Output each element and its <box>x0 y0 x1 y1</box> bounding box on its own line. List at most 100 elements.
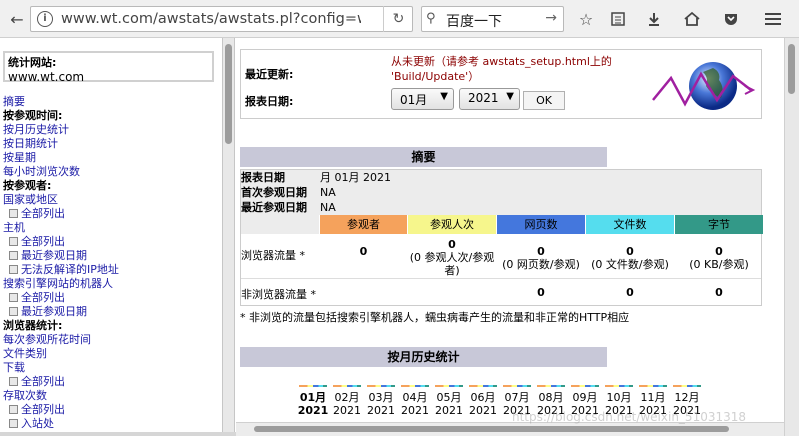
menu-item[interactable]: 每次参观所花时间 <box>3 333 218 347</box>
menu-item-label: 入站处 <box>21 417 54 430</box>
ok-button[interactable]: OK <box>523 91 565 110</box>
submenu-icon <box>9 237 18 246</box>
submenu-icon <box>9 307 18 316</box>
right-scrollbar[interactable] <box>784 38 799 436</box>
month-bar <box>469 385 497 387</box>
month-label: 07月 <box>504 391 530 404</box>
menu-heading: 按参观时间: <box>3 109 218 123</box>
last-update-label: 最近更新: <box>245 68 294 81</box>
menu-item-label: 最近参观日期 <box>21 249 87 262</box>
menu-item[interactable]: 无法反解译的IP地址 <box>3 263 218 277</box>
submenu-icon <box>9 251 18 260</box>
left-bottom-bar <box>0 432 236 436</box>
menu-item[interactable]: 全部列出 <box>3 291 218 305</box>
browser-traffic-cell: 0 (0 KB/参观) <box>675 245 763 271</box>
menu-item[interactable]: 全部列出 <box>3 375 218 389</box>
browser-traffic-cell: 0 (0 网页数/参观) <box>497 245 585 271</box>
cell-value: 0 <box>715 245 723 258</box>
menu-item[interactable]: 下载 <box>3 361 218 375</box>
home-icon[interactable] <box>681 8 703 30</box>
right-frame: 最近更新: 从未更新（请参考 awstats_setup.html上的 'Bui… <box>236 38 770 426</box>
month-label: 11月 <box>640 391 666 404</box>
nonbrowser-traffic-cell: 0 <box>715 286 723 299</box>
menu-item[interactable]: 入站处 <box>3 417 218 431</box>
menu-item[interactable]: 按星期 <box>3 151 218 165</box>
row-divider <box>241 278 761 279</box>
report-date-key: 报表日期 <box>241 171 285 184</box>
column-header: 参观人次 <box>408 215 496 234</box>
horizontal-scrollbar-thumb[interactable] <box>254 426 729 432</box>
column-header: 参观者 <box>320 215 407 234</box>
chevron-down-icon: ▼ <box>506 91 514 102</box>
month-bar <box>605 385 633 387</box>
cell-value: 0 <box>626 245 634 258</box>
menu-item-label: 全部列出 <box>21 291 65 304</box>
nonbrowser-traffic-label: 非浏览器流量 * <box>241 288 316 301</box>
menu-item[interactable]: 全部列出 <box>3 235 218 249</box>
month-label: 09月 <box>572 391 598 404</box>
summary-title: 摘要 <box>240 147 607 167</box>
month-select[interactable]: 01月 ▼ <box>391 88 454 110</box>
column-header: 网页数 <box>497 215 585 234</box>
menu-item[interactable]: 主机 <box>3 221 218 235</box>
month-column: 02月 2021 <box>330 385 364 417</box>
left-scrollbar-thumb[interactable] <box>225 44 232 144</box>
url-bar[interactable]: i www.wt.com/awstats/awstats.pl?config=w… <box>30 6 413 32</box>
reading-list-icon[interactable] <box>607 8 629 30</box>
menu-item[interactable]: 国家或地区 <box>3 193 218 207</box>
cell-subvalue: (0 网页数/参观) <box>502 258 580 271</box>
reload-icon[interactable]: ↻ <box>383 6 413 32</box>
info-box: 最近更新: 从未更新（请参考 awstats_setup.html上的 'Bui… <box>240 49 762 119</box>
menu-item[interactable]: 搜索引擎网站的机器人 <box>3 277 218 291</box>
month-bar <box>333 385 361 387</box>
chevron-down-icon: ▼ <box>440 91 448 102</box>
summary-row-first-visit: 首次参观日期 NA <box>241 185 761 200</box>
menu-item[interactable]: 最近参观日期 <box>3 305 218 319</box>
first-visit-key: 首次参观日期 <box>241 186 307 199</box>
right-scrollbar-thumb[interactable] <box>788 44 795 94</box>
search-bar[interactable]: ⚲ 百度一下 → <box>421 6 564 32</box>
site-box: 统计网站: www.wt.com <box>3 51 214 84</box>
menu-item-label: 按日期统计 <box>3 137 58 150</box>
menu-item[interactable]: 文件类别 <box>3 347 218 361</box>
monthly-title: 按月历史统计 <box>240 347 607 367</box>
month-column: 01月 2021 <box>296 385 330 417</box>
menu-icon[interactable] <box>762 8 784 30</box>
year-select[interactable]: 2021 ▼ <box>459 88 520 110</box>
submenu-icon <box>9 405 18 414</box>
search-icon: ⚲ <box>426 11 436 26</box>
cell-value: 0 <box>448 238 456 251</box>
month-label: 03月 <box>368 391 394 404</box>
menu-item[interactable]: 按日期统计 <box>3 137 218 151</box>
menu-item[interactable]: 全部列出 <box>3 207 218 221</box>
back-icon[interactable]: ← <box>6 8 28 30</box>
menu-item[interactable]: 全部列出 <box>3 403 218 417</box>
menu-item[interactable]: 按月历史统计 <box>3 123 218 137</box>
submenu-icon <box>9 293 18 302</box>
month-bar <box>503 385 531 387</box>
summary-row-last-visit: 最近参观日期 NA <box>241 200 761 215</box>
menu-item[interactable]: 每小时浏览次数 <box>3 165 218 179</box>
url-text: www.wt.com/awstats/awstats.pl?config=www <box>61 11 361 27</box>
menu-item[interactable]: 最近参观日期 <box>3 249 218 263</box>
year-label: 2021 <box>297 404 329 417</box>
submenu-icon <box>9 209 18 218</box>
month-bar <box>537 385 565 387</box>
info-icon[interactable]: i <box>37 11 53 27</box>
menu-item[interactable]: 存取次数 <box>3 389 218 403</box>
year-select-value: 2021 <box>468 91 499 105</box>
search-go-icon[interactable]: → <box>545 10 557 26</box>
month-select-value: 01月 <box>400 93 428 107</box>
month-bar <box>639 385 667 387</box>
menu-item-label: 摘要 <box>3 95 25 108</box>
summary-table: 报表日期 月 01月 2021 首次参观日期 NA 最近参观日期 NA 参观者参… <box>240 169 763 306</box>
download-icon[interactable] <box>643 8 665 30</box>
month-label: 05月 <box>436 391 462 404</box>
menu-item[interactable]: 摘要 <box>3 95 218 109</box>
submenu-icon <box>9 419 18 428</box>
pocket-icon[interactable] <box>720 8 742 30</box>
menu-item-label: 存取次数 <box>3 389 47 402</box>
menu-item-label: 按参观时间: <box>3 109 63 122</box>
bookmark-star-icon[interactable]: ☆ <box>575 8 597 30</box>
menu-item-label: 无法反解译的IP地址 <box>21 263 119 276</box>
